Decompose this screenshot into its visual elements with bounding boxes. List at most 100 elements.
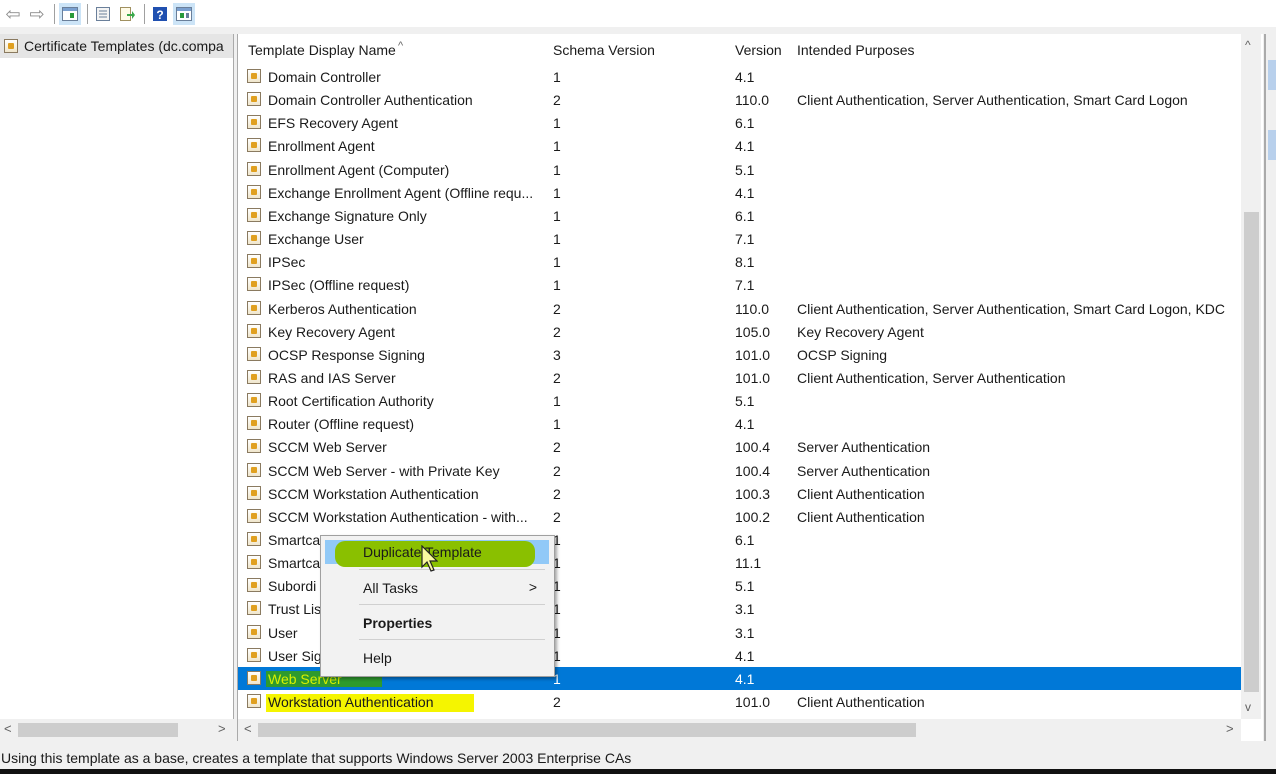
certificate-template-icon bbox=[247, 532, 261, 546]
certificate-template-icon bbox=[247, 670, 261, 685]
cell-version: 101.0 bbox=[735, 369, 771, 386]
certificate-template-icon bbox=[247, 694, 261, 709]
cell-schema-version: 1 bbox=[553, 277, 561, 294]
list-vscroll-thumb[interactable] bbox=[1244, 212, 1259, 692]
list-hscroll-thumb[interactable] bbox=[258, 723, 916, 737]
cell-intended-purposes: Client Authentication bbox=[797, 694, 925, 711]
cell-version: 3.1 bbox=[735, 601, 755, 618]
table-row[interactable]: Enrollment Agent (Computer) 1 5.1 bbox=[238, 158, 1241, 181]
cell-schema-version: 2 bbox=[553, 462, 561, 479]
cell-schema-version: 1 bbox=[553, 231, 561, 248]
table-row[interactable]: Enrollment Agent 1 4.1 bbox=[238, 134, 1241, 157]
column-header-version[interactable]: Version bbox=[735, 42, 782, 58]
cell-version: 110.0 bbox=[735, 300, 769, 317]
certificate-template-icon bbox=[247, 231, 261, 246]
table-row[interactable]: OCSP Response Signing 3 101.0 OCSP Signing bbox=[238, 343, 1241, 366]
table-row[interactable]: Router (Offline request) 1 4.1 bbox=[238, 412, 1241, 435]
cell-name: SCCM Workstation Authentication - with..… bbox=[268, 508, 528, 525]
cell-schema-version: 3 bbox=[553, 346, 561, 363]
table-row[interactable]: RAS and IAS Server 2 101.0 Client Authentic… bbox=[238, 366, 1241, 389]
menu-item-help[interactable]: Help bbox=[325, 646, 549, 670]
tree-scroll-thumb[interactable] bbox=[18, 723, 178, 737]
list-vertical-scrollbar[interactable]: ^ v bbox=[1241, 34, 1261, 719]
scroll-left-arrow[interactable]: < bbox=[244, 721, 252, 736]
cell-name: OCSP Response Signing bbox=[268, 346, 425, 363]
table-row[interactable]: IPSec 1 8.1 bbox=[238, 250, 1241, 273]
cell-name: SCCM Web Server bbox=[268, 439, 387, 456]
certificate-template-icon bbox=[247, 647, 261, 662]
forward-button[interactable]: ⇨ bbox=[26, 3, 48, 25]
table-row[interactable]: Exchange Enrollment Agent (Offline requ.… bbox=[238, 181, 1241, 204]
cell-schema-version: 1 bbox=[553, 207, 561, 224]
cell-schema-version: 2 bbox=[553, 369, 561, 386]
table-row[interactable]: SCCM Web Server - with Private Key 2 100.4… bbox=[238, 459, 1241, 482]
help-button[interactable]: ? bbox=[149, 3, 171, 25]
scroll-down-arrow[interactable]: v bbox=[1245, 700, 1251, 714]
menu-item-properties[interactable]: Properties bbox=[325, 611, 549, 635]
certificate-template-icon bbox=[247, 624, 261, 639]
action-pane-edge bbox=[1264, 34, 1276, 741]
cell-version: 4.1 bbox=[735, 138, 755, 155]
cell-name: Enrollment Agent (Computer) bbox=[268, 161, 450, 178]
console-tree-icon bbox=[62, 6, 78, 21]
cell-version: 100.4 bbox=[735, 462, 771, 479]
cell-name: User Sig bbox=[268, 647, 322, 664]
cell-name: SCCM Workstation Authentication bbox=[268, 485, 479, 502]
cell-name: Exchange Signature Only bbox=[268, 207, 427, 224]
cell-version: 5.1 bbox=[735, 393, 755, 410]
scroll-right-arrow[interactable]: > bbox=[218, 721, 226, 736]
table-row[interactable]: Key Recovery Agent 2 105.0 Key Recovery Age… bbox=[238, 320, 1241, 343]
cell-schema-version: 1 bbox=[553, 254, 561, 271]
cell-name: User bbox=[268, 624, 298, 641]
scroll-up-arrow[interactable]: ^ bbox=[1245, 38, 1251, 52]
cell-version: 11.1 bbox=[735, 555, 762, 572]
column-header-intended-purposes[interactable]: Intended Purposes bbox=[797, 42, 915, 58]
properties-button[interactable] bbox=[92, 3, 114, 25]
show-hide-action-pane-button[interactable] bbox=[173, 2, 195, 25]
cell-name: IPSec (Offline request) bbox=[268, 277, 410, 294]
tree-item-label: Certificate Templates (dc.compa bbox=[24, 38, 224, 54]
tree-horizontal-scrollbar[interactable]: < > bbox=[0, 719, 233, 741]
menu-item-label: All Tasks bbox=[363, 580, 418, 596]
cell-version: 110.0 bbox=[735, 92, 769, 109]
back-button[interactable]: ⇦ bbox=[2, 3, 24, 25]
scroll-left-arrow[interactable]: < bbox=[4, 721, 12, 736]
cell-name: Domain Controller Authentication bbox=[268, 92, 473, 109]
list-horizontal-scrollbar[interactable]: < > bbox=[238, 719, 1241, 741]
table-row[interactable]: Workstation Authentication 2 101.0 Client A… bbox=[238, 690, 1241, 713]
certificate-template-icon bbox=[247, 323, 261, 338]
table-row[interactable]: EFS Recovery Agent 1 6.1 bbox=[238, 111, 1241, 134]
column-header-name[interactable]: Template Display Name ^ bbox=[248, 40, 403, 58]
certificate-template-icon bbox=[247, 393, 261, 408]
cell-schema-version: 1 bbox=[553, 393, 561, 410]
column-header-schema-version[interactable]: Schema Version bbox=[553, 42, 655, 58]
cell-version: 3.1 bbox=[735, 624, 755, 641]
cell-intended-purposes: Server Authentication bbox=[797, 439, 931, 456]
cell-intended-purposes: Client Authentication bbox=[797, 508, 925, 525]
table-row[interactable]: Domain Controller 1 4.1 bbox=[238, 65, 1241, 88]
table-row[interactable]: IPSec (Offline request) 1 7.1 bbox=[238, 273, 1241, 296]
certificate-template-icon bbox=[247, 439, 261, 454]
cell-schema-version: 1 bbox=[553, 161, 561, 178]
cell-name: Exchange User bbox=[268, 231, 364, 248]
table-row[interactable]: Root Certification Authority 1 5.1 bbox=[238, 389, 1241, 412]
table-row[interactable]: Exchange Signature Only 1 6.1 bbox=[238, 204, 1241, 227]
cell-schema-version: 2 bbox=[553, 323, 561, 340]
scroll-right-arrow[interactable]: > bbox=[1226, 721, 1234, 736]
menu-item-all-tasks[interactable]: All Tasks > bbox=[325, 576, 549, 600]
toolbar-separator bbox=[54, 3, 55, 24]
table-row[interactable]: Exchange User 1 7.1 bbox=[238, 227, 1241, 250]
cell-schema-version: 1 bbox=[553, 184, 561, 201]
table-row[interactable]: SCCM Web Server 2 100.4 Server Authenticati… bbox=[238, 435, 1241, 458]
tree-item-certificate-templates[interactable]: Certificate Templates (dc.compa bbox=[0, 34, 233, 58]
table-row[interactable]: SCCM Workstation Authentication - with..… bbox=[238, 505, 1241, 528]
cell-name: Workstation Authentication bbox=[266, 694, 474, 713]
cell-name: Enrollment Agent bbox=[268, 138, 375, 155]
show-hide-console-tree-button[interactable] bbox=[59, 2, 81, 25]
table-row[interactable]: Kerberos Authentication 2 110.0 Client Auth… bbox=[238, 297, 1241, 320]
table-row[interactable]: Domain Controller Authentication 2 110.0 Cl… bbox=[238, 88, 1241, 111]
cell-name: Smartca bbox=[268, 532, 321, 548]
cell-intended-purposes: Key Recovery Agent bbox=[797, 323, 924, 340]
table-row[interactable]: SCCM Workstation Authentication 2 100.3 Cli… bbox=[238, 482, 1241, 505]
export-list-button[interactable] bbox=[116, 3, 138, 25]
